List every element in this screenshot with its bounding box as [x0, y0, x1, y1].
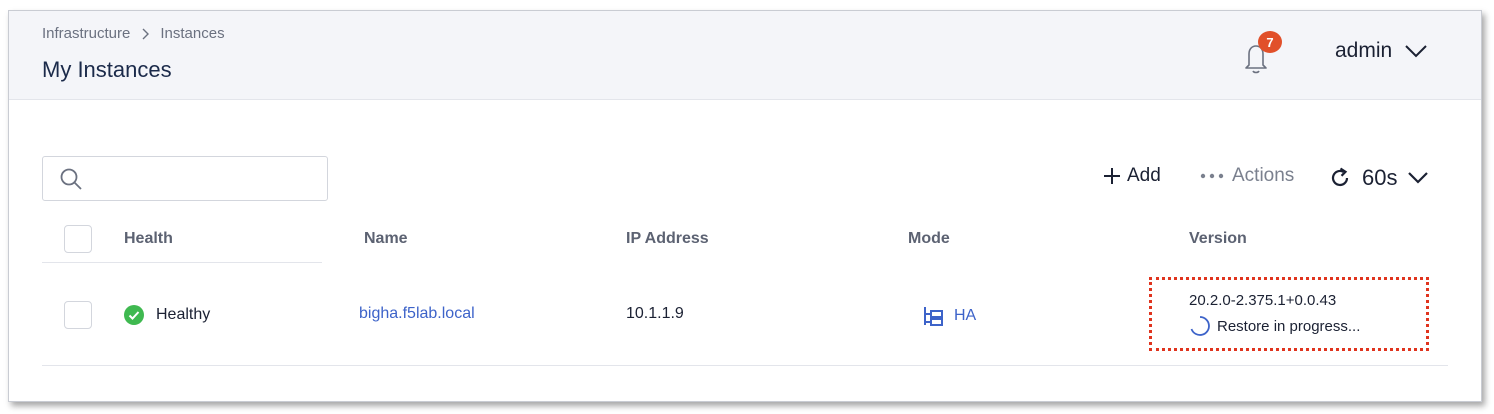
page-header: Infrastructure Instances My Instances 7 …	[9, 11, 1481, 100]
user-menu[interactable]: admin	[1335, 39, 1428, 63]
search-input[interactable]	[42, 156, 328, 201]
breadcrumb: Infrastructure Instances	[42, 25, 225, 42]
check-circle-icon	[124, 305, 144, 325]
page-title: My Instances	[42, 57, 172, 82]
column-header-ip-address[interactable]: IP Address	[626, 230, 709, 248]
mode-value: HA	[954, 307, 977, 324]
row-checkbox[interactable]	[64, 301, 92, 329]
column-header-name[interactable]: Name	[364, 230, 408, 248]
health-status: Healthy	[156, 306, 211, 323]
actions-label: Actions	[1232, 165, 1295, 186]
ip-address: 10.1.1.9	[626, 305, 684, 322]
restore-status: Restore in progress...	[1189, 315, 1360, 337]
refresh-interval-select[interactable]: 60s	[1328, 165, 1429, 191]
version-value: 20.2.0-2.375.1+0.0.43	[1189, 292, 1337, 309]
header-divider	[42, 262, 322, 263]
column-header-health[interactable]: Health	[124, 230, 173, 248]
mode-cell: HA	[922, 305, 976, 327]
spinner-icon	[1190, 316, 1210, 336]
health-cell: Healthy	[124, 305, 210, 325]
instance-name-link[interactable]: bigha.f5lab.local	[359, 305, 475, 323]
breadcrumb-instances: Instances	[160, 25, 225, 42]
actions-button[interactable]: Actions	[1200, 165, 1294, 187]
refresh-interval-value: 60s	[1362, 165, 1398, 190]
ha-mode-icon	[924, 307, 943, 326]
search-icon	[60, 168, 82, 190]
chevron-down-icon	[1405, 45, 1427, 58]
add-label: Add	[1127, 165, 1161, 186]
refresh-icon[interactable]	[1328, 166, 1352, 190]
row-divider	[42, 365, 1448, 366]
chevron-down-icon	[1408, 172, 1429, 184]
chevron-right-icon	[142, 28, 150, 39]
select-all-checkbox[interactable]	[64, 225, 92, 253]
plus-icon	[1104, 168, 1120, 184]
notification-badge[interactable]: 7	[1258, 31, 1282, 53]
more-dots-icon	[1200, 173, 1224, 179]
user-name: admin	[1335, 39, 1393, 62]
restore-status-text: Restore in progress...	[1217, 317, 1361, 335]
column-header-version[interactable]: Version	[1189, 230, 1247, 248]
version-highlight-box: 20.2.0-2.375.1+0.0.43 Restore in progres…	[1149, 277, 1429, 351]
add-button[interactable]: Add	[1103, 165, 1161, 187]
app-window: Infrastructure Instances My Instances 7 …	[8, 10, 1482, 402]
breadcrumb-infrastructure[interactable]: Infrastructure	[42, 25, 130, 42]
column-header-mode[interactable]: Mode	[908, 230, 950, 248]
